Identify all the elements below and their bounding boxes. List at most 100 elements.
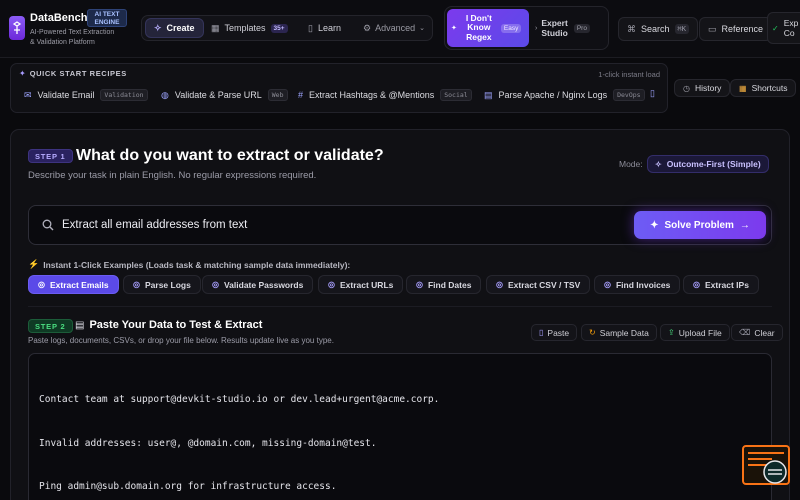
nav-create-tab[interactable]: ✧ Create xyxy=(145,18,204,38)
nav-templates-tab[interactable]: ▦ Templates 35+ xyxy=(205,18,294,38)
expert-mode-label: Expert Studio xyxy=(541,18,567,38)
brand-badge-line2: ENGINE xyxy=(94,18,120,26)
globe-icon: ◍ xyxy=(161,89,169,100)
example-extract-csv[interactable]: ◎ Extract CSV / TSV xyxy=(486,275,591,294)
book-icon: ▯ xyxy=(308,22,313,33)
example-label: Extract IPs xyxy=(704,279,749,290)
example-label: Extract Emails xyxy=(49,279,109,290)
brand-logo-icon[interactable] xyxy=(9,16,25,40)
history-button[interactable]: ◷ History xyxy=(674,79,731,97)
expert-mode-button[interactable]: › Expert Studio Pro xyxy=(533,12,605,44)
trash-icon: ⌫ xyxy=(739,328,751,337)
data-line: Invalid addresses: user@, @domain.com, m… xyxy=(39,437,377,449)
solve-problem-label: Solve Problem xyxy=(664,219,734,231)
step2-subtitle: Paste logs, documents, CSVs, or drop you… xyxy=(28,336,334,345)
expert-line1: Expert xyxy=(541,18,568,28)
sparkle-icon: ✦ xyxy=(650,219,659,231)
example-label: Validate Passwords xyxy=(223,279,304,290)
nav-advanced-dropdown[interactable]: ⚙ Advanced ⌄ xyxy=(357,18,431,38)
example-extract-emails[interactable]: ◎ Extract Emails xyxy=(28,275,119,294)
novice-line3: Regex xyxy=(466,31,492,42)
example-extract-urls[interactable]: ◎ Extract URLs xyxy=(318,275,404,294)
example-label: Extract CSV / TSV xyxy=(507,279,581,290)
brand-badge: AI TEXT ENGINE xyxy=(87,9,127,27)
lightning-icon: ⚡ xyxy=(28,259,40,269)
grid-icon: ▦ xyxy=(211,22,220,33)
command-icon: ⌘ xyxy=(627,23,636,34)
example-validate-passwords[interactable]: ◎ Validate Passwords xyxy=(202,275,314,294)
envelope-icon: ✉ xyxy=(24,89,32,100)
nav-learn-tab[interactable]: ▯ Learn xyxy=(302,18,347,38)
upload-file-label: Upload File xyxy=(678,327,722,338)
reference-label: Reference xyxy=(721,24,764,34)
clear-button[interactable]: ⌫ Clear xyxy=(731,324,783,341)
solve-problem-button[interactable]: ✦ Solve Problem → xyxy=(634,211,766,239)
upload-icon: ⇪ xyxy=(668,328,675,337)
novice-mode-label: I Don't Know Regex xyxy=(461,13,497,43)
clear-label: Clear xyxy=(754,327,775,338)
example-label: Find Invoices xyxy=(615,279,671,290)
example-parse-logs[interactable]: ◎ Parse Logs xyxy=(123,275,201,294)
step2-title-text: Paste Your Data to Test & Extract xyxy=(89,319,263,331)
search-label: Search xyxy=(641,24,670,34)
recipe-extract-hashtags[interactable]: # Extract Hashtags & @Mentions Social xyxy=(292,85,478,105)
task-input[interactable] xyxy=(62,215,622,235)
sample-data-button[interactable]: ↻ Sample Data xyxy=(581,324,657,341)
mode-select[interactable]: ✧ Outcome-First (Simple) xyxy=(647,155,769,173)
assistant-mascot-icon[interactable] xyxy=(742,445,790,487)
paste-label: Paste xyxy=(547,327,570,338)
check-circle-icon: ◎ xyxy=(133,280,140,289)
example-extract-ips[interactable]: ◎ Extract IPs xyxy=(683,275,759,294)
sparkle-icon: ✦ xyxy=(19,69,26,78)
nav-learn-label: Learn xyxy=(317,23,341,33)
upload-file-button[interactable]: ⇪ Upload File xyxy=(660,324,730,341)
quick-start-hint: 1-click instant load xyxy=(598,70,660,79)
example-find-dates[interactable]: ◎ Find Dates xyxy=(406,275,482,294)
example-find-invoices[interactable]: ◎ Find Invoices xyxy=(594,275,681,294)
sparkle-icon: ✦ xyxy=(451,25,457,32)
brand-name: DataBench xyxy=(30,12,88,24)
book-icon: ▭ xyxy=(708,23,717,34)
step2-badge: STEP 2 xyxy=(28,319,73,333)
step1-badge: STEP 1 xyxy=(28,149,73,163)
examples-label-text: Instant 1-Click Examples (Loads task & m… xyxy=(43,259,351,270)
pro-badge: Pro xyxy=(573,23,590,33)
recipe-parse-logs[interactable]: ▤ Parse Apache / Nginx Logs DevOps xyxy=(478,85,651,105)
check-circle-icon: ◎ xyxy=(693,280,700,289)
brand-badge-line1: AI TEXT xyxy=(94,11,120,18)
chevron-down-icon: ⌄ xyxy=(419,25,425,32)
export-label: Exp Co xyxy=(784,18,799,38)
example-label: Find Dates xyxy=(427,279,472,290)
step2-title: ▤ Paste Your Data to Test & Extract xyxy=(75,319,262,331)
templates-count-badge: 35+ xyxy=(270,23,288,33)
document-icon[interactable]: ▯ xyxy=(650,88,655,99)
reference-button[interactable]: ▭ Reference xyxy=(699,17,773,41)
nav-advanced-label: Advanced xyxy=(375,23,416,33)
recipe-tag: DevOps xyxy=(613,89,645,101)
data-textarea[interactable]: Contact team at support@devkit-studio.io… xyxy=(28,353,772,500)
recipe-validate-url[interactable]: ◍ Validate & Parse URL Web xyxy=(155,85,294,105)
export-button[interactable]: ✓ Exp Co xyxy=(767,12,800,44)
recipe-label: Validate Email xyxy=(37,90,95,100)
sparkle-icon: ✧ xyxy=(154,22,162,33)
arrow-right-icon: → xyxy=(739,219,750,231)
shortcuts-button[interactable]: ▦ Shortcuts xyxy=(730,79,797,97)
history-label: History xyxy=(694,83,722,93)
clock-icon: ◷ xyxy=(683,83,690,93)
brand-tagline-line2: & Validation Platform xyxy=(30,39,95,46)
paste-button[interactable]: ▯ Paste xyxy=(531,324,578,341)
quick-start-title-text: QUICK START RECIPES xyxy=(29,69,127,78)
recipe-tag: Validation xyxy=(100,89,148,101)
brand-tagline: AI-Powered Text Extraction & Validation … xyxy=(30,28,114,48)
recipe-tag: Web xyxy=(267,89,288,101)
search-button[interactable]: ⌘ Search ⌘K xyxy=(618,17,698,41)
brand-tagline-line1: AI-Powered Text Extraction xyxy=(30,29,115,36)
keyboard-icon: ▦ xyxy=(739,83,747,93)
check-circle-icon: ◎ xyxy=(416,280,423,289)
expert-line2: Studio xyxy=(541,28,568,38)
section-divider xyxy=(28,306,772,307)
recipe-validate-email[interactable]: ✉ Validate Email Validation xyxy=(18,85,154,105)
sparkle-icon: ✧ xyxy=(655,159,662,169)
novice-mode-button[interactable]: ✦ I Don't Know Regex Easy xyxy=(447,9,529,47)
data-line: Ping admin@sub.domain.org for infrastruc… xyxy=(39,481,337,492)
